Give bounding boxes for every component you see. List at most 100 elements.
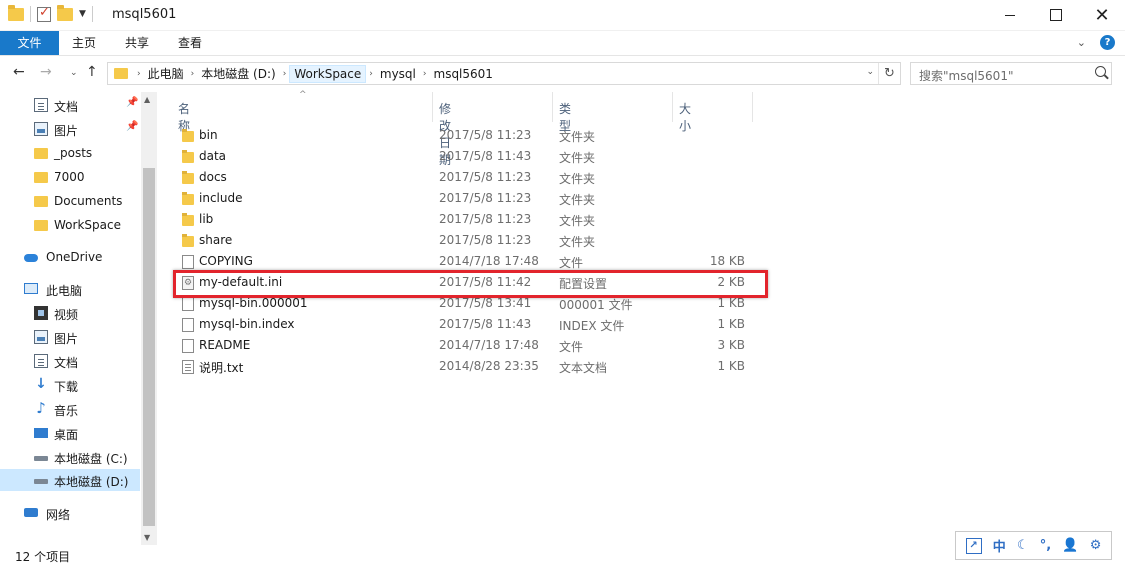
breadcrumb-item[interactable]: 本地磁盘 (D:)	[197, 65, 279, 82]
sidebar-item-label: 本地磁盘 (C:)	[54, 452, 128, 466]
breadcrumb-item[interactable]: mysql	[376, 67, 420, 81]
folder-icon	[34, 220, 48, 231]
sidebar-item-label: 视频	[54, 308, 79, 322]
search-input[interactable]: 搜索"msql5601"	[919, 67, 1013, 84]
file-name: README	[199, 338, 251, 352]
column-divider[interactable]	[432, 92, 433, 122]
chevron-down-icon[interactable]: ▼	[79, 9, 86, 19]
breadcrumb-item[interactable]: 此电脑	[144, 65, 188, 82]
gear-icon[interactable]: ⚙	[1090, 538, 1102, 553]
tab-view[interactable]: 查看	[176, 31, 204, 55]
search-icon[interactable]	[1095, 66, 1106, 77]
back-icon[interactable]: ←	[13, 64, 25, 80]
ime-toggle-icon[interactable]: ↗	[965, 537, 982, 554]
chevron-right-icon[interactable]: ›	[280, 69, 290, 79]
file-row[interactable]: COPYING 2014/7/18 17:48 文件 18 KB	[157, 251, 777, 272]
chevron-right-icon[interactable]: ›	[420, 69, 430, 79]
search-box[interactable]: 搜索"msql5601"	[910, 62, 1112, 85]
file-name: mysql-bin.000001	[199, 296, 308, 310]
file-row[interactable]: data 2017/5/8 11:43 文件夹	[157, 146, 777, 167]
file-type: 文件夹	[559, 172, 596, 186]
file-icon	[182, 297, 194, 311]
expand-ribbon-icon[interactable]: ⌄	[1077, 36, 1086, 49]
breadcrumb-item[interactable]: msql5601	[430, 67, 497, 81]
properties-icon[interactable]	[37, 5, 51, 22]
document-icon	[34, 98, 48, 112]
column-divider[interactable]	[552, 92, 553, 122]
file-date: 2014/7/18 17:48	[439, 254, 539, 268]
ribbon-right: ⌄ ?	[1077, 35, 1115, 50]
file-size: 3 KB	[717, 338, 745, 352]
file-row[interactable]: include 2017/5/8 11:23 文件夹	[157, 188, 777, 209]
scrollbar-thumb[interactable]	[143, 168, 155, 526]
sidebar-item-label: OneDrive	[46, 250, 103, 264]
sidebar-item-documents-folder[interactable]: Documents	[0, 190, 140, 212]
file-row[interactable]: mysql-bin.index 2017/5/8 11:43 INDEX 文件 …	[157, 314, 777, 335]
moon-icon[interactable]: ☾	[1017, 538, 1029, 553]
sidebar-item-network[interactable]: 网络	[0, 502, 140, 524]
file-type: 文本文档	[559, 361, 608, 375]
address-bar[interactable]: › 此电脑 › 本地磁盘 (D:) › WorkSpace › mysql › …	[107, 62, 901, 85]
pin-icon[interactable]: 📌	[126, 97, 138, 108]
tab-share[interactable]: 共享	[123, 31, 151, 55]
sidebar-item-7000[interactable]: 7000	[0, 166, 140, 188]
sidebar-item-drive-d[interactable]: 本地磁盘 (D:)	[0, 469, 140, 491]
file-date: 2017/5/8 11:23	[439, 212, 532, 226]
drive-icon	[34, 456, 48, 461]
sort-ascending-icon: ^	[299, 90, 307, 100]
chevron-right-icon[interactable]: ›	[366, 69, 376, 79]
sidebar-item-label: 文档	[54, 356, 79, 370]
sidebar-item-workspace[interactable]: WorkSpace	[0, 214, 140, 236]
folder-icon	[8, 4, 24, 21]
recent-locations-icon[interactable]: ⌄	[70, 68, 78, 78]
sidebar-item-desktop[interactable]: 桌面	[0, 422, 140, 444]
sidebar-item-posts[interactable]: _posts	[0, 142, 140, 164]
refresh-icon[interactable]: ↻	[878, 63, 900, 84]
sidebar-item-downloads[interactable]: ↓ 下载	[0, 374, 140, 396]
network-icon	[24, 508, 38, 517]
file-type: 文件	[559, 340, 584, 354]
up-icon[interactable]: ↑	[86, 64, 98, 80]
file-row[interactable]: 说明.txt 2014/8/28 23:35 文本文档 1 KB	[157, 356, 777, 377]
new-folder-icon[interactable]	[57, 4, 73, 21]
music-icon: ♪	[36, 399, 46, 417]
sidebar-item-documents-pc[interactable]: 文档	[0, 350, 140, 372]
sidebar-item-drive-c[interactable]: 本地磁盘 (C:)	[0, 446, 140, 468]
file-date: 2017/5/8 11:23	[439, 170, 532, 184]
sidebar-item-label: 本地磁盘 (D:)	[54, 475, 129, 489]
file-type: 文件夹	[559, 214, 596, 228]
punctuation-icon[interactable]: °,	[1040, 538, 1051, 553]
sidebar-item-music[interactable]: ♪ 音乐	[0, 398, 140, 420]
file-row[interactable]: README 2014/7/18 17:48 文件 3 KB	[157, 335, 777, 356]
column-divider[interactable]	[672, 92, 673, 122]
file-row[interactable]: share 2017/5/8 11:23 文件夹	[157, 230, 777, 251]
minimize-button[interactable]	[987, 0, 1033, 30]
sidebar-item-pictures-pc[interactable]: 图片	[0, 326, 140, 348]
ime-mode[interactable]: 中	[993, 536, 1006, 555]
close-button[interactable]: ✕	[1079, 0, 1125, 30]
help-icon[interactable]: ?	[1100, 35, 1115, 50]
file-row[interactable]: lib 2017/5/8 11:23 文件夹	[157, 209, 777, 230]
user-icon[interactable]: 👤	[1062, 538, 1078, 553]
pin-icon[interactable]: 📌	[126, 121, 138, 132]
quick-access-toolbar: ▼	[8, 4, 93, 22]
sidebar-item-pictures[interactable]: 图片 📌	[0, 118, 140, 140]
scroll-up-icon[interactable]: ▲	[144, 95, 150, 104]
breadcrumb-item[interactable]: WorkSpace	[289, 64, 367, 83]
sidebar-scrollbar[interactable]: ▲ ▼	[141, 92, 157, 545]
maximize-button[interactable]	[1033, 0, 1079, 30]
file-row[interactable]: bin 2017/5/8 11:23 文件夹	[157, 125, 777, 146]
sidebar-item-onedrive[interactable]: OneDrive	[0, 246, 140, 268]
tab-home[interactable]: 主页	[70, 31, 98, 55]
sidebar-item-videos[interactable]: 视频	[0, 302, 140, 324]
scroll-down-icon[interactable]: ▼	[144, 533, 150, 542]
file-row[interactable]: docs 2017/5/8 11:23 文件夹	[157, 167, 777, 188]
column-divider[interactable]	[752, 92, 753, 122]
sidebar-item-documents[interactable]: 文档 📌	[0, 94, 140, 116]
sidebar-item-this-pc[interactable]: 此电脑	[0, 278, 140, 300]
chevron-down-icon[interactable]: ⌄	[866, 67, 874, 77]
tab-file[interactable]: 文件	[0, 31, 59, 55]
chevron-right-icon[interactable]: ›	[188, 69, 198, 79]
chevron-right-icon[interactable]: ›	[134, 69, 144, 79]
forward-icon[interactable]: →	[40, 64, 52, 80]
